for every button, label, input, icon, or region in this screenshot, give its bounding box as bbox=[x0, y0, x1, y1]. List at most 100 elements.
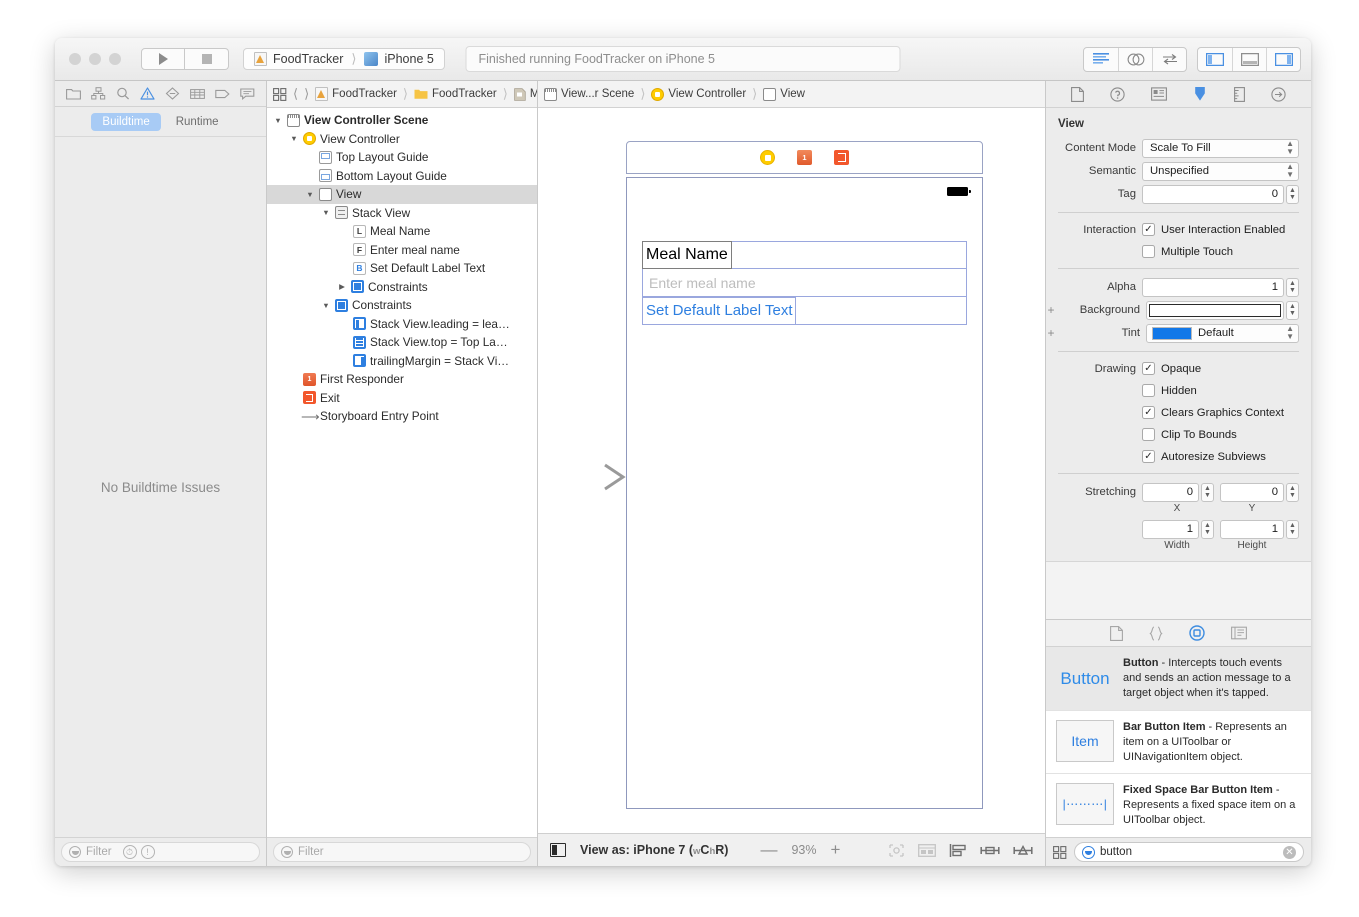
errors-only-filter-icon[interactable]: ! bbox=[140, 845, 155, 859]
toggle-utilities-button[interactable] bbox=[1266, 47, 1300, 71]
library-search-input[interactable]: button ✕ bbox=[1074, 842, 1304, 862]
minimize-window-button[interactable] bbox=[89, 53, 101, 65]
clear-search-icon[interactable]: ✕ bbox=[1283, 845, 1296, 859]
zoom-in-button[interactable]: + bbox=[830, 840, 840, 860]
related-items-button[interactable] bbox=[273, 87, 287, 101]
resolve-auto-layout-button[interactable] bbox=[1013, 843, 1033, 858]
embed-in-button[interactable] bbox=[918, 843, 936, 858]
device-view[interactable]: Meal Name Enter meal name Set Default La… bbox=[626, 177, 983, 809]
test-navigator-tab[interactable] bbox=[165, 87, 180, 100]
breadcrumb-item-project[interactable]: FoodTracker bbox=[315, 87, 397, 101]
align-button[interactable] bbox=[949, 843, 967, 858]
pin-button[interactable] bbox=[980, 843, 1000, 858]
stretching-x-input[interactable]: 0 bbox=[1142, 482, 1199, 502]
library-view-mode-button[interactable] bbox=[1053, 845, 1067, 859]
stop-button[interactable] bbox=[185, 48, 229, 70]
file-inspector-tab[interactable] bbox=[1070, 86, 1084, 102]
set-default-label-text-button-row[interactable]: Set Default Label Text bbox=[642, 296, 967, 325]
view-as-toggle-icon[interactable] bbox=[550, 843, 566, 857]
disclosure-triangle-closed-icon[interactable]: ▶ bbox=[337, 282, 347, 291]
zoom-window-button[interactable] bbox=[109, 53, 121, 65]
breadcrumb-item-group[interactable]: FoodTracker bbox=[414, 88, 497, 100]
library-item-fixed-space-bar-button-item[interactable]: |⋯⋯⋯| Fixed Space Bar Button Item - Repr… bbox=[1046, 774, 1311, 837]
project-navigator-tab[interactable] bbox=[66, 87, 81, 100]
opaque-checkbox[interactable]: ✓ bbox=[1142, 362, 1155, 375]
hidden-checkbox[interactable] bbox=[1142, 384, 1155, 397]
scope-buildtime-button[interactable]: Buildtime bbox=[91, 112, 161, 131]
outline-row-constraint-top[interactable]: Stack View.top = Top La… bbox=[267, 333, 537, 352]
disclosure-triangle-open-icon[interactable]: ▼ bbox=[289, 134, 299, 143]
identity-inspector-tab[interactable] bbox=[1150, 87, 1167, 101]
assistant-editor-button[interactable] bbox=[1118, 47, 1152, 71]
alpha-input[interactable]: 1 bbox=[1142, 277, 1284, 297]
autoresize-subviews-checkbox[interactable]: ✓ bbox=[1142, 450, 1155, 463]
background-popup-arrows[interactable]: ▲ ▼ bbox=[1286, 300, 1299, 320]
outline-row-view[interactable]: ▼ View bbox=[267, 185, 537, 204]
report-navigator-tab[interactable] bbox=[240, 87, 255, 100]
stretching-x-stepper[interactable]: ▲ ▼ bbox=[1201, 482, 1214, 502]
clears-graphics-context-checkbox[interactable]: ✓ bbox=[1142, 406, 1155, 419]
outline-row-constraint-leading[interactable]: Stack View.leading = lea… bbox=[267, 315, 537, 334]
storyboard-canvas[interactable]: 1 Meal Name Enter meal name Set Default … bbox=[538, 108, 1045, 833]
set-default-label-text-button[interactable]: Set Default Label Text bbox=[642, 296, 797, 325]
disclosure-triangle-open-icon[interactable]: ▼ bbox=[273, 116, 283, 125]
tint-popup[interactable]: Default ▲ ▼ bbox=[1146, 323, 1299, 343]
recent-issues-filter-icon[interactable]: ⏱ bbox=[122, 845, 137, 859]
outline-row-stackview-constraints[interactable]: ▶ Constraints bbox=[267, 278, 537, 297]
stack-view[interactable]: Meal Name Enter meal name Set Default La… bbox=[642, 241, 967, 325]
outline-row-view-constraints[interactable]: ▼ Constraints bbox=[267, 296, 537, 315]
scope-runtime-button[interactable]: Runtime bbox=[165, 113, 230, 131]
outline-row-top-layout-guide[interactable]: Top Layout Guide bbox=[267, 148, 537, 167]
stretching-height-input[interactable]: 1 bbox=[1220, 519, 1284, 539]
file-template-library-tab[interactable] bbox=[1110, 625, 1123, 641]
size-inspector-tab[interactable] bbox=[1234, 86, 1246, 102]
navigator-filter-input[interactable]: Filter ⏱ ! bbox=[61, 842, 260, 862]
editor-breadcrumb-scene[interactable]: View...r Scene bbox=[544, 87, 634, 101]
media-library-tab[interactable] bbox=[1231, 626, 1247, 640]
alpha-stepper[interactable]: ▲ ▼ bbox=[1286, 277, 1299, 297]
toggle-navigator-button[interactable] bbox=[1198, 48, 1232, 71]
background-color-well[interactable] bbox=[1146, 300, 1284, 320]
connections-inspector-tab[interactable] bbox=[1271, 86, 1286, 102]
outline-row-storyboard-entry-point[interactable]: ⟶ Storyboard Entry Point bbox=[267, 407, 537, 426]
add-tint-variation-button[interactable]: + bbox=[1046, 326, 1056, 340]
view-as-label[interactable]: View as: iPhone 7 (wChR) bbox=[580, 843, 728, 857]
toggle-debug-area-button[interactable] bbox=[1232, 47, 1266, 71]
breakpoint-navigator-tab[interactable] bbox=[215, 88, 230, 100]
outline-row-bottom-layout-guide[interactable]: Bottom Layout Guide bbox=[267, 167, 537, 186]
disclosure-triangle-open-icon[interactable]: ▼ bbox=[305, 190, 315, 199]
editor-breadcrumb-view[interactable]: View bbox=[763, 87, 805, 101]
scheme-selector[interactable]: FoodTracker ⟩ iPhone 5 bbox=[243, 48, 445, 70]
breadcrumb-item-storyboard[interactable]: Main.s...yboard bbox=[514, 87, 537, 101]
editor-breadcrumb-view-controller[interactable]: View Controller bbox=[651, 87, 746, 101]
attributes-inspector-tab[interactable] bbox=[1192, 86, 1208, 102]
view-controller-icon[interactable] bbox=[760, 150, 775, 165]
outline-row-stack-view[interactable]: ▼ Stack View bbox=[267, 204, 537, 223]
outline-row-first-responder[interactable]: 1 First Responder bbox=[267, 370, 537, 389]
version-editor-button[interactable] bbox=[1152, 47, 1186, 71]
clip-to-bounds-checkbox[interactable] bbox=[1142, 428, 1155, 441]
stretching-y-input[interactable]: 0 bbox=[1220, 482, 1284, 502]
code-snippet-library-tab[interactable] bbox=[1149, 626, 1163, 641]
stretching-width-stepper[interactable]: ▲ ▼ bbox=[1201, 519, 1214, 539]
debug-navigator-tab[interactable] bbox=[190, 88, 205, 100]
tag-stepper[interactable]: ▲ ▼ bbox=[1286, 184, 1299, 204]
outline-row-set-default-label-text-button[interactable]: B Set Default Label Text bbox=[267, 259, 537, 278]
tag-input[interactable]: 0 bbox=[1142, 184, 1284, 204]
first-responder-icon[interactable]: 1 bbox=[797, 150, 812, 165]
outline-row-enter-meal-name-textfield[interactable]: F Enter meal name bbox=[267, 241, 537, 260]
object-library-list[interactable]: Button Button - Intercepts touch events … bbox=[1046, 647, 1311, 837]
source-control-navigator-tab[interactable] bbox=[91, 87, 106, 100]
find-navigator-tab[interactable] bbox=[116, 87, 130, 100]
library-item-button[interactable]: Button Button - Intercepts touch events … bbox=[1046, 647, 1311, 711]
stretching-y-stepper[interactable]: ▲ ▼ bbox=[1286, 482, 1299, 502]
zoom-level-label[interactable]: 93% bbox=[791, 843, 816, 857]
meal-name-label-row[interactable]: Meal Name bbox=[642, 241, 967, 269]
go-back-button[interactable]: ⟨ bbox=[293, 86, 298, 102]
exit-icon[interactable] bbox=[834, 150, 849, 165]
disclosure-triangle-open-icon[interactable]: ▼ bbox=[321, 301, 331, 310]
zoom-out-button[interactable]: — bbox=[760, 840, 777, 860]
standard-editor-button[interactable] bbox=[1084, 48, 1118, 71]
add-background-variation-button[interactable]: + bbox=[1046, 303, 1056, 317]
content-mode-popup[interactable]: Scale To Fill ▲ ▼ bbox=[1142, 138, 1299, 158]
